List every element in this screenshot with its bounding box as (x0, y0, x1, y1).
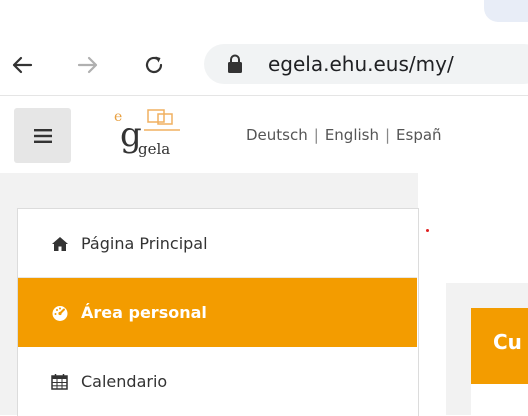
navigation-block: Página Principal Área personal Calendari… (17, 208, 419, 416)
course-overview-header: Cu (471, 308, 528, 384)
lock-icon[interactable] (226, 54, 244, 74)
site-navbar: e g gela Deutsch | English | Españ (0, 95, 528, 174)
lang-english[interactable]: English (325, 126, 379, 144)
sidebar-item-area-personal[interactable]: Área personal (18, 278, 417, 347)
forward-arrow-icon (77, 56, 98, 74)
sidebar-item-label: Página Principal (81, 234, 208, 253)
back-button[interactable] (4, 47, 40, 83)
egela-logo: e g gela (114, 109, 180, 158)
lang-separator: | (313, 126, 319, 144)
address-bar[interactable]: egela.ehu.eus/my/ (204, 44, 528, 84)
back-arrow-icon (12, 56, 33, 74)
marker-dot (426, 229, 429, 232)
menu-toggle-button[interactable] (14, 108, 71, 163)
sidebar-item-calendario[interactable]: Calendario (18, 347, 417, 416)
hamburger-icon (33, 128, 52, 143)
reload-icon (145, 56, 163, 74)
sidebar-item-label: Calendario (81, 372, 168, 391)
language-menu: Deutsch | English | Españ (246, 126, 442, 144)
lang-espanol[interactable]: Españ (396, 126, 442, 144)
course-header-title: Cu (493, 330, 522, 354)
forward-button[interactable] (70, 47, 106, 83)
url-text[interactable]: egela.ehu.eus/my/ (268, 50, 454, 78)
svg-text:gela: gela (138, 140, 170, 158)
calendar-icon (51, 373, 71, 391)
browser-chrome: egela.ehu.eus/my/ (0, 0, 528, 95)
sidebar-item-home[interactable]: Página Principal (18, 209, 417, 278)
reload-button[interactable] (136, 47, 172, 83)
course-overview-body (471, 384, 528, 415)
home-icon (51, 235, 71, 253)
lang-separator: | (384, 126, 391, 144)
lang-deutsch[interactable]: Deutsch (246, 126, 308, 144)
dashboard-icon (51, 304, 71, 322)
site-logo[interactable]: e g gela (108, 106, 208, 160)
browser-tab[interactable] (484, 0, 528, 22)
sidebar-item-label: Área personal (81, 303, 207, 322)
